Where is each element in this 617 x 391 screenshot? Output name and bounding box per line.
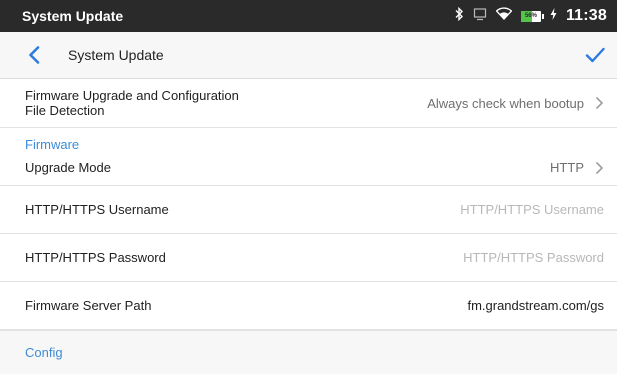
app-toolbar: System Update — [0, 32, 617, 79]
firmware-config-detection-row[interactable]: Firmware Upgrade and Configuration File … — [0, 79, 617, 128]
password-field[interactable]: HTTP/HTTPS Password — [463, 250, 604, 265]
label-line-1: Firmware Upgrade and Configuration — [25, 88, 239, 103]
password-row[interactable]: HTTP/HTTPS Password HTTP/HTTPS Password — [0, 234, 617, 282]
firmware-section-header: Firmware — [25, 137, 80, 152]
username-field[interactable]: HTTP/HTTPS Username — [460, 202, 604, 217]
username-label: HTTP/HTTPS Username — [25, 202, 169, 217]
screen-cast-icon — [473, 7, 487, 26]
upgrade-mode-label: Upgrade Mode — [25, 160, 111, 175]
settings-list: Firmware Upgrade and Configuration File … — [0, 79, 617, 374]
confirm-button[interactable] — [583, 43, 607, 67]
firmware-config-detection-value: Always check when bootup — [427, 96, 604, 111]
status-bar-icons: 56% 11:38 — [454, 6, 607, 26]
back-arrow-icon — [29, 46, 40, 64]
page-title: System Update — [68, 47, 164, 63]
wifi-icon — [495, 7, 513, 25]
label-line-2: File Detection — [25, 103, 105, 118]
status-bar: System Update 56% 11:38 — [0, 0, 617, 32]
password-label: HTTP/HTTPS Password — [25, 250, 166, 265]
server-path-label: Firmware Server Path — [25, 298, 152, 313]
checkmark-icon — [585, 47, 605, 63]
chevron-right-icon — [595, 96, 604, 110]
config-section-header: Config — [0, 330, 617, 374]
username-row[interactable]: HTTP/HTTPS Username HTTP/HTTPS Username — [0, 186, 617, 234]
charging-bolt-icon — [550, 7, 557, 25]
chevron-right-icon — [595, 161, 604, 174]
firmware-config-detection-label: Firmware Upgrade and Configuration File … — [25, 88, 239, 118]
status-bar-time: 11:38 — [565, 7, 607, 24]
status-bar-title: System Update — [22, 8, 124, 24]
upgrade-mode-value-text: HTTP — [550, 160, 584, 175]
back-button[interactable] — [22, 43, 46, 67]
upgrade-mode-value: HTTP — [550, 160, 604, 175]
battery-percent: 56% — [524, 12, 537, 19]
bluetooth-icon — [454, 6, 464, 26]
upgrade-mode-row[interactable]: Upgrade Mode HTTP — [0, 152, 617, 186]
battery-icon: 56% — [520, 10, 544, 22]
detection-value-text: Always check when bootup — [427, 95, 584, 111]
server-path-field[interactable]: fm.grandstream.com/gs — [467, 298, 604, 313]
server-path-row[interactable]: Firmware Server Path fm.grandstream.com/… — [0, 282, 617, 330]
